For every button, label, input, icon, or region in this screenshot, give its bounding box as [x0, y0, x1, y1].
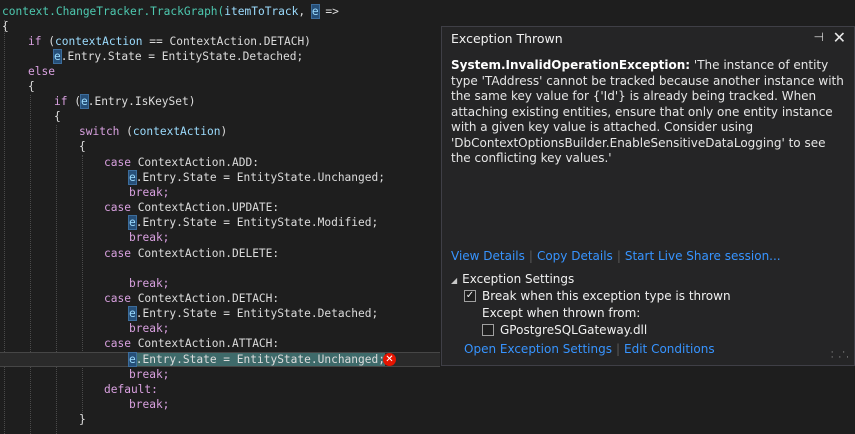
code-line: case ContextAction.DELETE:: [104, 247, 280, 260]
code-line: else: [28, 65, 55, 78]
indent-guide: [4, 20, 5, 434]
exception-popup: Exception Thrown ⊣ ✕ System.InvalidOpera…: [441, 26, 855, 366]
except-when-label: Except when thrown from:: [482, 306, 641, 320]
link-separator: |: [615, 342, 621, 356]
code-line: context.ChangeTracker.TrackGraph(itemToT…: [2, 4, 339, 19]
exception-type: System.InvalidOperationException:: [451, 58, 691, 72]
code-line: e.Entry.State = EntityState.Unchanged;: [128, 170, 385, 185]
code-line: switch (contextAction): [79, 125, 228, 138]
code-line: {: [2, 20, 9, 33]
link-separator: |: [616, 249, 621, 263]
error-statement[interactable]: e.Entry.State = EntityState.Unchanged;: [128, 352, 385, 367]
code-line: break;: [129, 277, 170, 290]
code-line: break;: [129, 231, 170, 244]
pin-icon[interactable]: ⊣: [814, 30, 824, 44]
exception-settings-header[interactable]: ◢ Exception Settings: [451, 272, 574, 286]
resize-grip-icon[interactable]: · · · · ·: [831, 349, 850, 363]
code-line: {: [54, 110, 61, 123]
popup-title: Exception Thrown: [451, 31, 563, 46]
code-line: break;: [129, 186, 170, 199]
link-separator: |: [528, 249, 533, 263]
module-checkbox[interactable]: [482, 324, 494, 336]
collapse-triangle-icon[interactable]: ◢: [451, 276, 457, 285]
code-line: }: [79, 413, 86, 426]
indent-guide: [82, 155, 83, 425]
code-line: e.Entry.State = EntityState.Detached;: [128, 306, 379, 321]
code-line: {: [79, 140, 86, 153]
code-line: case ContextAction.UPDATE:: [104, 201, 280, 214]
code-line: if (contextAction == ContextAction.DETAC…: [28, 35, 311, 48]
code-line: default:: [104, 383, 158, 396]
code-line: e.Entry.State = EntityState.Detached;: [53, 49, 304, 64]
exception-message: System.InvalidOperationException: 'The i…: [451, 58, 846, 167]
break-when-thrown-label: Break when this exception type is thrown: [482, 289, 731, 303]
code-line: break;: [129, 322, 170, 335]
open-exception-settings-link[interactable]: Open Exception Settings: [464, 342, 612, 356]
code-line: case ContextAction.ATTACH:: [104, 337, 280, 350]
module-row[interactable]: GPostgreSQLGateway.dll: [482, 323, 647, 337]
edit-conditions-link[interactable]: Edit Conditions: [624, 342, 715, 356]
live-share-link[interactable]: Start Live Share session...: [625, 249, 781, 263]
code-line: e.Entry.State = EntityState.Modified;: [128, 215, 379, 230]
exception-text: 'The instance of entity type 'TAddress' …: [451, 58, 844, 165]
code-line: break;: [129, 368, 170, 381]
copy-details-link[interactable]: Copy Details: [537, 249, 613, 263]
code-line: break;: [129, 398, 170, 411]
view-details-link[interactable]: View Details: [451, 249, 525, 263]
code-line: case ContextAction.ADD:: [104, 156, 259, 169]
close-icon[interactable]: ✕: [833, 28, 846, 47]
module-label: GPostgreSQLGateway.dll: [500, 323, 648, 337]
break-when-thrown-checkbox[interactable]: ✓: [464, 290, 476, 302]
code-line: if (e.Entry.IsKeySet): [54, 94, 196, 109]
code-line: {: [28, 80, 35, 93]
error-icon[interactable]: ✕: [383, 353, 396, 366]
settings-links: Open Exception Settings | Edit Conditions: [464, 342, 715, 356]
details-links: View Details | Copy Details | Start Live Sha…: [451, 249, 781, 263]
indent-guide: [56, 125, 57, 434]
indent-guide: [30, 95, 31, 434]
code-line: case ContextAction.DETACH:: [104, 292, 280, 305]
exception-settings-label: Exception Settings: [462, 272, 575, 286]
break-when-thrown-row[interactable]: ✓ Break when this exception type is thro…: [464, 289, 731, 303]
